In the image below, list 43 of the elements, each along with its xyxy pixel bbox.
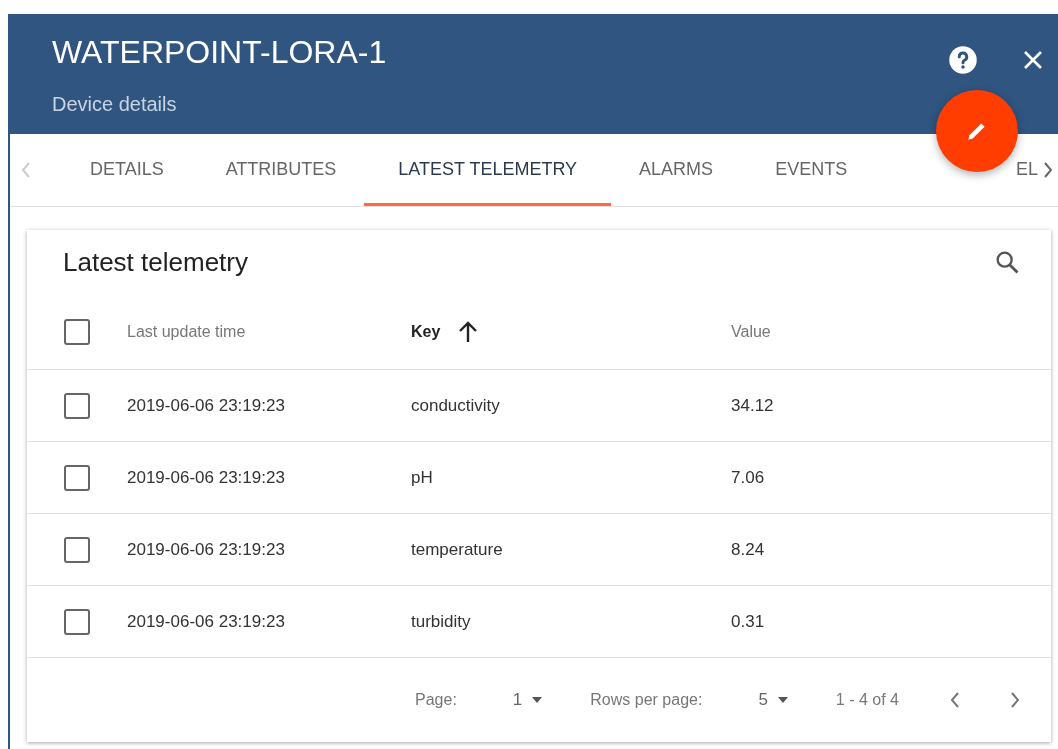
page-label: Page:: [415, 691, 457, 709]
table-cell: 34.12: [731, 395, 774, 416]
row-checkbox[interactable]: [64, 536, 90, 563]
table-cell: 7.06: [731, 467, 765, 488]
previous-page-icon[interactable]: [949, 691, 961, 709]
help-icon[interactable]: [948, 45, 978, 75]
table-cell: 2019-06-06 23:19:23: [127, 467, 285, 488]
table-cell: pH: [411, 467, 433, 488]
next-page-icon[interactable]: [1009, 691, 1021, 709]
tab[interactable]: LATEST TELEMETRY: [364, 158, 612, 206]
column-header[interactable]: Key: [411, 322, 441, 341]
rows-per-page-select[interactable]: 5: [758, 690, 788, 710]
table-cell: temperature: [411, 539, 503, 560]
close-icon[interactable]: [1022, 49, 1044, 71]
table-cell: 2019-06-06 23:19:23: [127, 539, 285, 560]
table-cell: turbidity: [411, 611, 471, 632]
device-title: WATERPOINT-LORA-1: [52, 34, 388, 71]
tab[interactable]: EL: [1013, 158, 1040, 206]
row-checkbox[interactable]: [64, 392, 90, 419]
table-cell: 0.31: [731, 611, 765, 632]
table-cell: 2019-06-06 23:19:23: [127, 611, 285, 632]
tab[interactable]: ALARMS: [631, 158, 722, 206]
column-header[interactable]: Last update time: [127, 322, 246, 341]
tab[interactable]: ATTRIBUTES: [217, 158, 345, 206]
tab[interactable]: EVENTS: [767, 158, 856, 206]
table-cell: 8.24: [731, 539, 765, 560]
table-cell: 2019-06-06 23:19:23: [127, 395, 285, 416]
device-subtitle: Device details: [52, 93, 178, 116]
card-title: Latest telemetry: [63, 246, 248, 278]
column-header[interactable]: Value: [731, 322, 771, 341]
page-range: 1 - 4 of 4: [835, 691, 899, 709]
page-select[interactable]: 1: [512, 690, 543, 710]
select-all-checkbox[interactable]: [64, 318, 90, 345]
tab[interactable]: DETAILS: [82, 158, 172, 206]
rows-per-page-label: Rows per page:: [590, 691, 703, 709]
row-checkbox[interactable]: [64, 608, 90, 635]
chevron-right-icon[interactable]: [1042, 161, 1054, 179]
table-cell: conductivity: [411, 395, 500, 416]
caret-icon: [532, 697, 543, 703]
edit-button[interactable]: [936, 90, 1018, 172]
caret-icon: [777, 697, 788, 703]
sort-arrow-icon[interactable]: [458, 320, 479, 343]
row-checkbox[interactable]: [64, 464, 90, 491]
